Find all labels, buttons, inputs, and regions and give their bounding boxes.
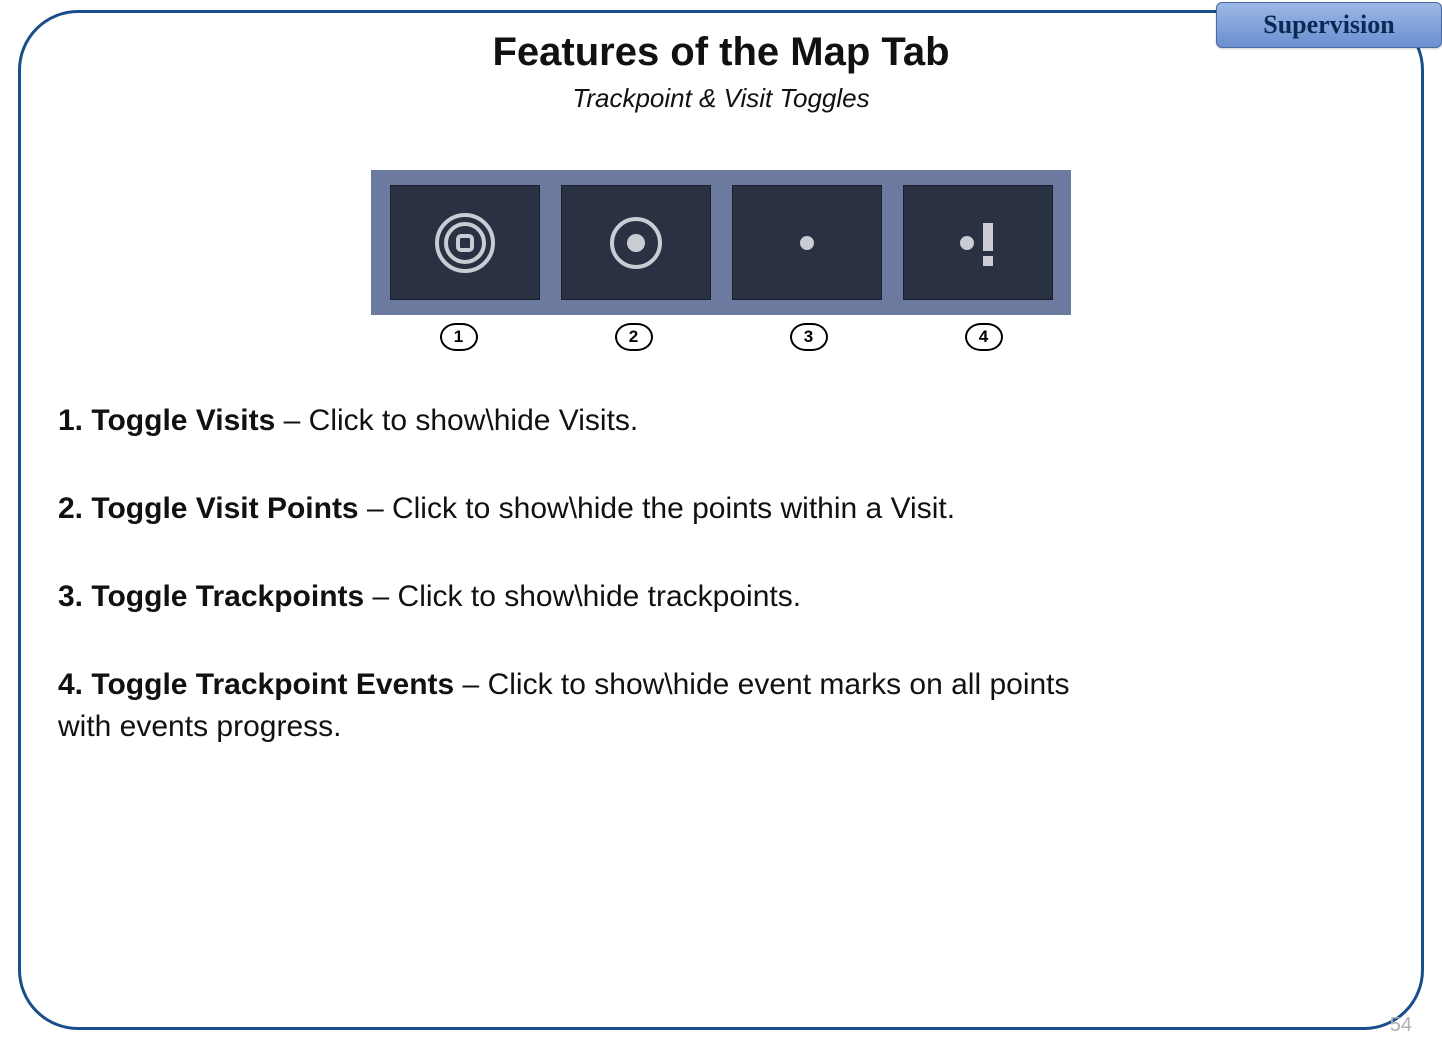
- toolbar-labels: 1 2 3 4: [371, 323, 1071, 351]
- item-number: 3.: [58, 580, 83, 613]
- callout-label-3: 3: [790, 323, 828, 351]
- title-block: Features of the Map Tab Trackpoint & Vis…: [0, 30, 1442, 114]
- list-item: 2. Toggle Visit Points – Click to show\h…: [58, 488, 1088, 530]
- item-name: Toggle Visit Points: [91, 492, 358, 525]
- visit-points-icon: [601, 208, 671, 278]
- toggle-trackpoints-button[interactable]: [732, 185, 882, 300]
- item-name: Toggle Trackpoint Events: [91, 668, 454, 701]
- page-title: Features of the Map Tab: [0, 30, 1442, 75]
- list-item: 3. Toggle Trackpoints – Click to show\hi…: [58, 576, 1088, 618]
- description-list: 1. Toggle Visits – Click to show\hide Vi…: [58, 400, 1088, 794]
- item-desc: – Click to show\hide trackpoints.: [364, 580, 801, 613]
- trackpoints-icon: [772, 208, 842, 278]
- callout-label-2: 2: [615, 323, 653, 351]
- toggle-toolbar: [371, 170, 1071, 315]
- item-desc: – Click to show\hide the points within a…: [359, 492, 955, 525]
- toggle-visits-button[interactable]: [390, 185, 540, 300]
- page-number: 54: [1390, 1014, 1412, 1037]
- toggle-visit-points-button[interactable]: [561, 185, 711, 300]
- item-number: 4.: [58, 668, 83, 701]
- trackpoint-events-icon: [943, 208, 1013, 278]
- list-item: 4. Toggle Trackpoint Events – Click to s…: [58, 664, 1088, 748]
- toggle-trackpoint-events-button[interactable]: [903, 185, 1053, 300]
- visits-icon: [430, 208, 500, 278]
- page-subtitle: Trackpoint & Visit Toggles: [0, 83, 1442, 114]
- list-item: 1. Toggle Visits – Click to show\hide Vi…: [58, 400, 1088, 442]
- item-number: 2.: [58, 492, 83, 525]
- callout-label-4: 4: [965, 323, 1003, 351]
- callout-label-1: 1: [440, 323, 478, 351]
- item-number: 1.: [58, 404, 83, 437]
- item-name: Toggle Visits: [91, 404, 275, 437]
- toolbar-figure: 1 2 3 4: [371, 170, 1071, 351]
- item-desc: – Click to show\hide Visits.: [275, 404, 638, 437]
- item-name: Toggle Trackpoints: [91, 580, 364, 613]
